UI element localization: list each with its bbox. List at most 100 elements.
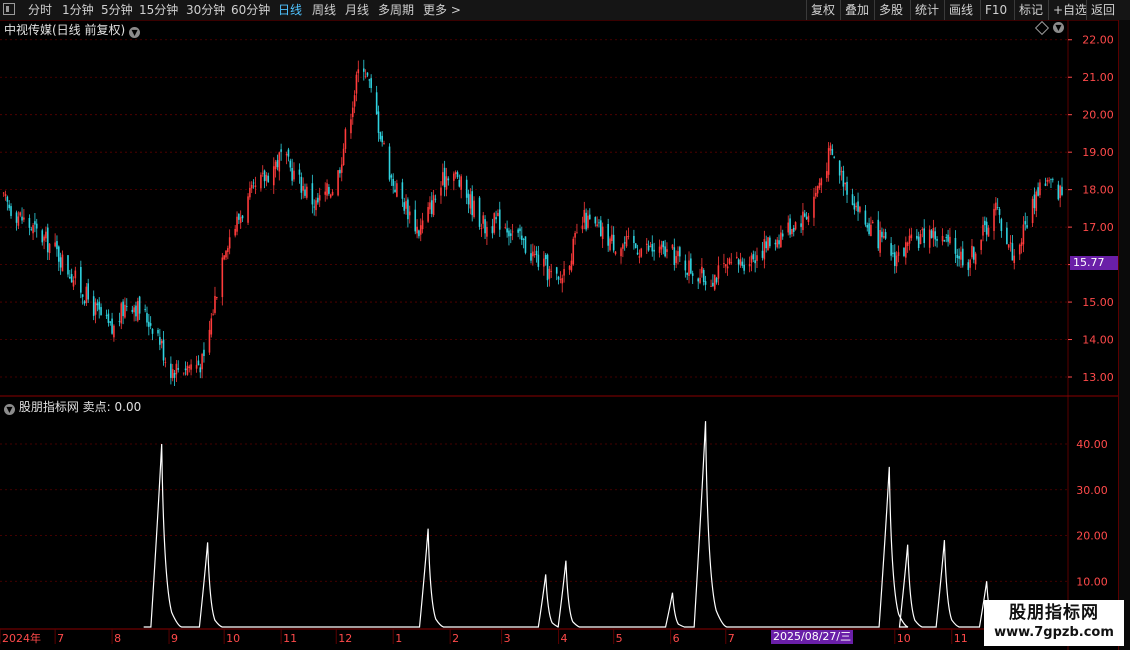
candle [366,72,369,78]
candle [289,158,292,172]
candle [383,140,385,145]
candle [890,237,892,261]
candle [600,216,602,237]
candle [800,215,802,233]
candle [252,179,255,189]
candle [443,160,446,197]
candle [122,299,124,325]
watermark-title: 股朋指标网 [1009,603,1099,623]
candle [831,144,834,156]
candle [956,248,959,267]
candle [638,249,641,264]
candle [636,244,639,256]
candle [160,338,163,349]
chart-canvas[interactable]: 22.0021.0020.0019.0018.0017.0016.0015.00… [0,0,1118,650]
candle [710,279,712,287]
candle [677,246,679,265]
candle [362,59,365,81]
candle [274,159,277,178]
candle [45,226,47,243]
candle [146,306,148,327]
sell-signal-line [143,421,1066,628]
candle [662,240,665,255]
candle [8,200,10,211]
candle [634,243,637,249]
chevron-down-icon[interactable]: ▼ [4,404,15,415]
candle [111,312,113,335]
candle [546,253,549,287]
candle [598,219,600,228]
candle [866,222,869,232]
candle [737,258,740,273]
candle [318,187,321,208]
candle [80,260,82,299]
candle [214,286,216,315]
candle [691,270,694,285]
candle [868,217,870,236]
time-tick-label: 7 [728,632,735,645]
candle [486,221,488,246]
candle [855,202,858,211]
candle [201,352,203,379]
candle [612,226,615,253]
candle [506,220,508,238]
candle [407,197,409,228]
candle [627,227,630,240]
candle [254,176,257,195]
candle [739,252,742,268]
candle [789,214,791,238]
candle [846,176,848,203]
price-tick-label: 15.00 [1082,296,1114,309]
candle [162,330,165,366]
candle [135,301,137,322]
candle [151,328,154,341]
candle [673,238,676,271]
price-tick-label: 17.00 [1082,221,1114,234]
candle [368,78,371,88]
candle [1031,196,1034,227]
candle [311,174,314,214]
time-tick-label: 4 [561,632,568,645]
candle [548,266,551,287]
candle [838,160,841,184]
time-tick-label: 5 [616,632,623,645]
candle [532,243,534,266]
candle [260,172,262,192]
candle [640,247,643,258]
candle [544,253,547,266]
candle [304,183,306,199]
candle [1026,215,1028,229]
candle [859,205,861,214]
candle [317,193,319,205]
candle [175,359,178,382]
candle [555,266,558,281]
candle [958,248,960,267]
candle [1011,234,1014,261]
candle [984,216,986,233]
candle [170,356,172,385]
candle [23,209,25,223]
cursor-date-badge: 2025/08/27/三 [771,630,854,644]
candle [712,274,714,288]
candle [148,313,150,336]
candle [221,253,224,306]
candle [208,320,211,356]
candle [609,236,611,252]
candle [377,105,380,142]
candle [916,229,918,241]
candle [98,297,101,319]
candle [460,174,462,199]
candle [993,203,995,240]
candle [124,297,126,319]
candle [763,230,766,269]
candle [454,170,457,179]
candle [726,257,729,276]
candle [414,200,417,235]
candle [313,199,315,216]
candle [814,186,817,199]
candle [871,220,874,224]
candle [427,202,429,223]
time-tick-label: 6 [673,632,680,645]
candle [287,147,290,162]
candle [870,216,872,237]
